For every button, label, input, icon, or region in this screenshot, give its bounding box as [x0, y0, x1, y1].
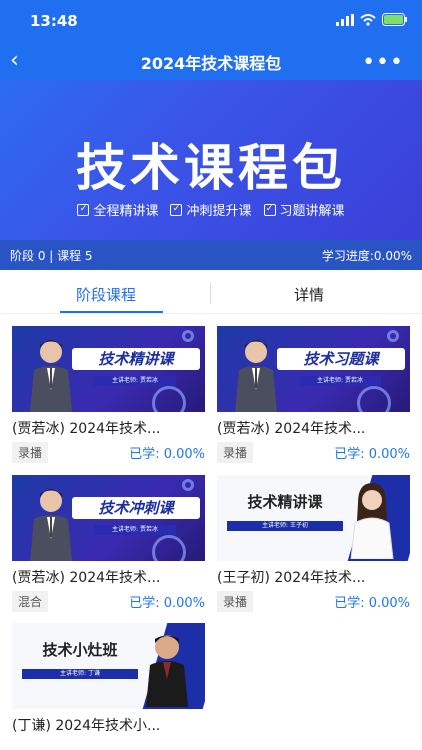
thumb-title: 技术精讲课	[247, 493, 323, 511]
tab-details[interactable]: 详情	[294, 284, 324, 305]
feature-chip: ✓ 习题讲解课	[263, 200, 345, 219]
course-progress: 已学: 0.00%	[334, 596, 410, 611]
wifi-icon	[360, 13, 376, 26]
course-card[interactable]: 技术精讲课 主讲老师: 贾若冰 (贾若冰) 2024年技术... 录播 已学: …	[12, 326, 205, 463]
course-progress: 已学: 0.00%	[129, 596, 205, 611]
course-progress: 已学: 0.00%	[334, 447, 410, 462]
teacher-image	[350, 483, 394, 559]
status-icons	[336, 13, 408, 26]
tab-stage-courses[interactable]: 阶段课程	[76, 284, 136, 305]
course-card[interactable]: 技术小灶班 主讲老师: 丁谦 (丁谦) 2024年技术小...	[12, 623, 205, 735]
course-name: (贾若冰) 2024年技术...	[12, 421, 161, 437]
course-name: (贾若冰) 2024年技术...	[12, 570, 161, 586]
course-name: (丁谦) 2024年技术小...	[12, 718, 161, 734]
tab-underline	[60, 311, 163, 313]
course-thumbnail: 技术冲刺课 主讲老师: 贾若冰	[12, 475, 205, 561]
course-type-tag: 混合	[12, 591, 49, 612]
feature-label: 全程精讲课	[93, 204, 159, 219]
course-card[interactable]: 技术习题课 主讲老师: 贾若冰 (贾若冰) 2024年技术... 录播 已学: …	[217, 326, 410, 463]
course-meta: 录播 已学: 0.00%	[217, 442, 410, 463]
course-progress: 已学: 0.00%	[129, 447, 205, 462]
thumb-title: 技术精讲课	[72, 348, 200, 370]
page-title: 2024年技术课程包	[140, 54, 282, 73]
teacher-image	[30, 489, 72, 561]
course-card[interactable]: 技术精讲课 主讲老师: 王子初 (王子初) 2024年技术... 录播 已学: …	[217, 475, 410, 612]
stage-course-count: 阶段 0 | 课程 5	[10, 249, 93, 263]
feature-chip: ✓ 全程精讲课	[77, 200, 158, 219]
course-thumbnail: 技术精讲课 主讲老师: 贾若冰	[12, 326, 205, 412]
status-time: 13:48	[30, 12, 78, 30]
feature-label: 冲刺提升课	[186, 204, 252, 219]
course-meta: 混合 已学: 0.00%	[12, 591, 205, 612]
feature-label: 习题讲解课	[279, 204, 345, 219]
course-card[interactable]: 技术冲刺课 主讲老师: 贾若冰 (贾若冰) 2024年技术... 混合 已学: …	[12, 475, 205, 612]
banner-headline: 技术课程包	[76, 139, 346, 197]
more-icon[interactable]: •••	[362, 50, 404, 75]
course-type-tag: 录播	[217, 591, 254, 612]
thumb-teacher: 主讲老师: 贾若冰	[94, 376, 176, 386]
tab-divider	[210, 282, 211, 304]
study-progress: 学习进度:0.00%	[321, 249, 412, 263]
signal-icon	[336, 13, 354, 26]
course-name: (王子初) 2024年技术...	[217, 570, 366, 586]
teacher-image	[146, 635, 188, 707]
course-thumbnail: 技术精讲课 主讲老师: 王子初	[217, 475, 410, 561]
thumb-title: 技术冲刺课	[72, 497, 200, 519]
course-thumbnail: 技术习题课 主讲老师: 贾若冰	[217, 326, 410, 412]
check-icon: ✓	[263, 203, 276, 216]
course-type-tag: 录播	[12, 442, 49, 463]
course-type-tag: 录播	[217, 442, 254, 463]
progress-bar-info: 阶段 0 | 课程 5 学习进度:0.00%	[0, 240, 422, 270]
battery-icon	[382, 13, 407, 26]
check-icon: ✓	[77, 203, 90, 216]
course-meta: 录播 已学: 0.00%	[12, 442, 205, 463]
course-banner: 技术课程包 ✓ 全程精讲课 ✓ 冲刺提升课 ✓ 习题讲解课	[0, 80, 422, 240]
feature-chip: ✓ 冲刺提升课	[170, 200, 252, 219]
thumb-title: 技术小灶班	[42, 641, 118, 659]
tab-bar: 阶段课程 详情	[0, 270, 422, 314]
thumb-teacher: 主讲老师: 贾若冰	[94, 525, 176, 535]
thumb-teacher: 主讲老师: 丁谦	[22, 669, 138, 679]
course-name: (贾若冰) 2024年技术...	[217, 421, 366, 437]
teacher-image	[30, 340, 72, 412]
thumb-teacher: 主讲老师: 王子初	[227, 521, 343, 531]
banner-features: ✓ 全程精讲课 ✓ 冲刺提升课 ✓ 习题讲解课	[0, 200, 422, 219]
check-icon: ✓	[170, 203, 183, 216]
thumb-teacher: 主讲老师: 贾若冰	[299, 376, 381, 386]
nav-bar: ‹ 2024年技术课程包 •••	[0, 44, 422, 80]
status-bar: 13:48	[0, 0, 422, 44]
course-meta: 录播 已学: 0.00%	[217, 591, 410, 612]
course-thumbnail: 技术小灶班 主讲老师: 丁谦	[12, 623, 205, 709]
thumb-title: 技术习题课	[277, 348, 405, 370]
teacher-image	[235, 340, 277, 412]
